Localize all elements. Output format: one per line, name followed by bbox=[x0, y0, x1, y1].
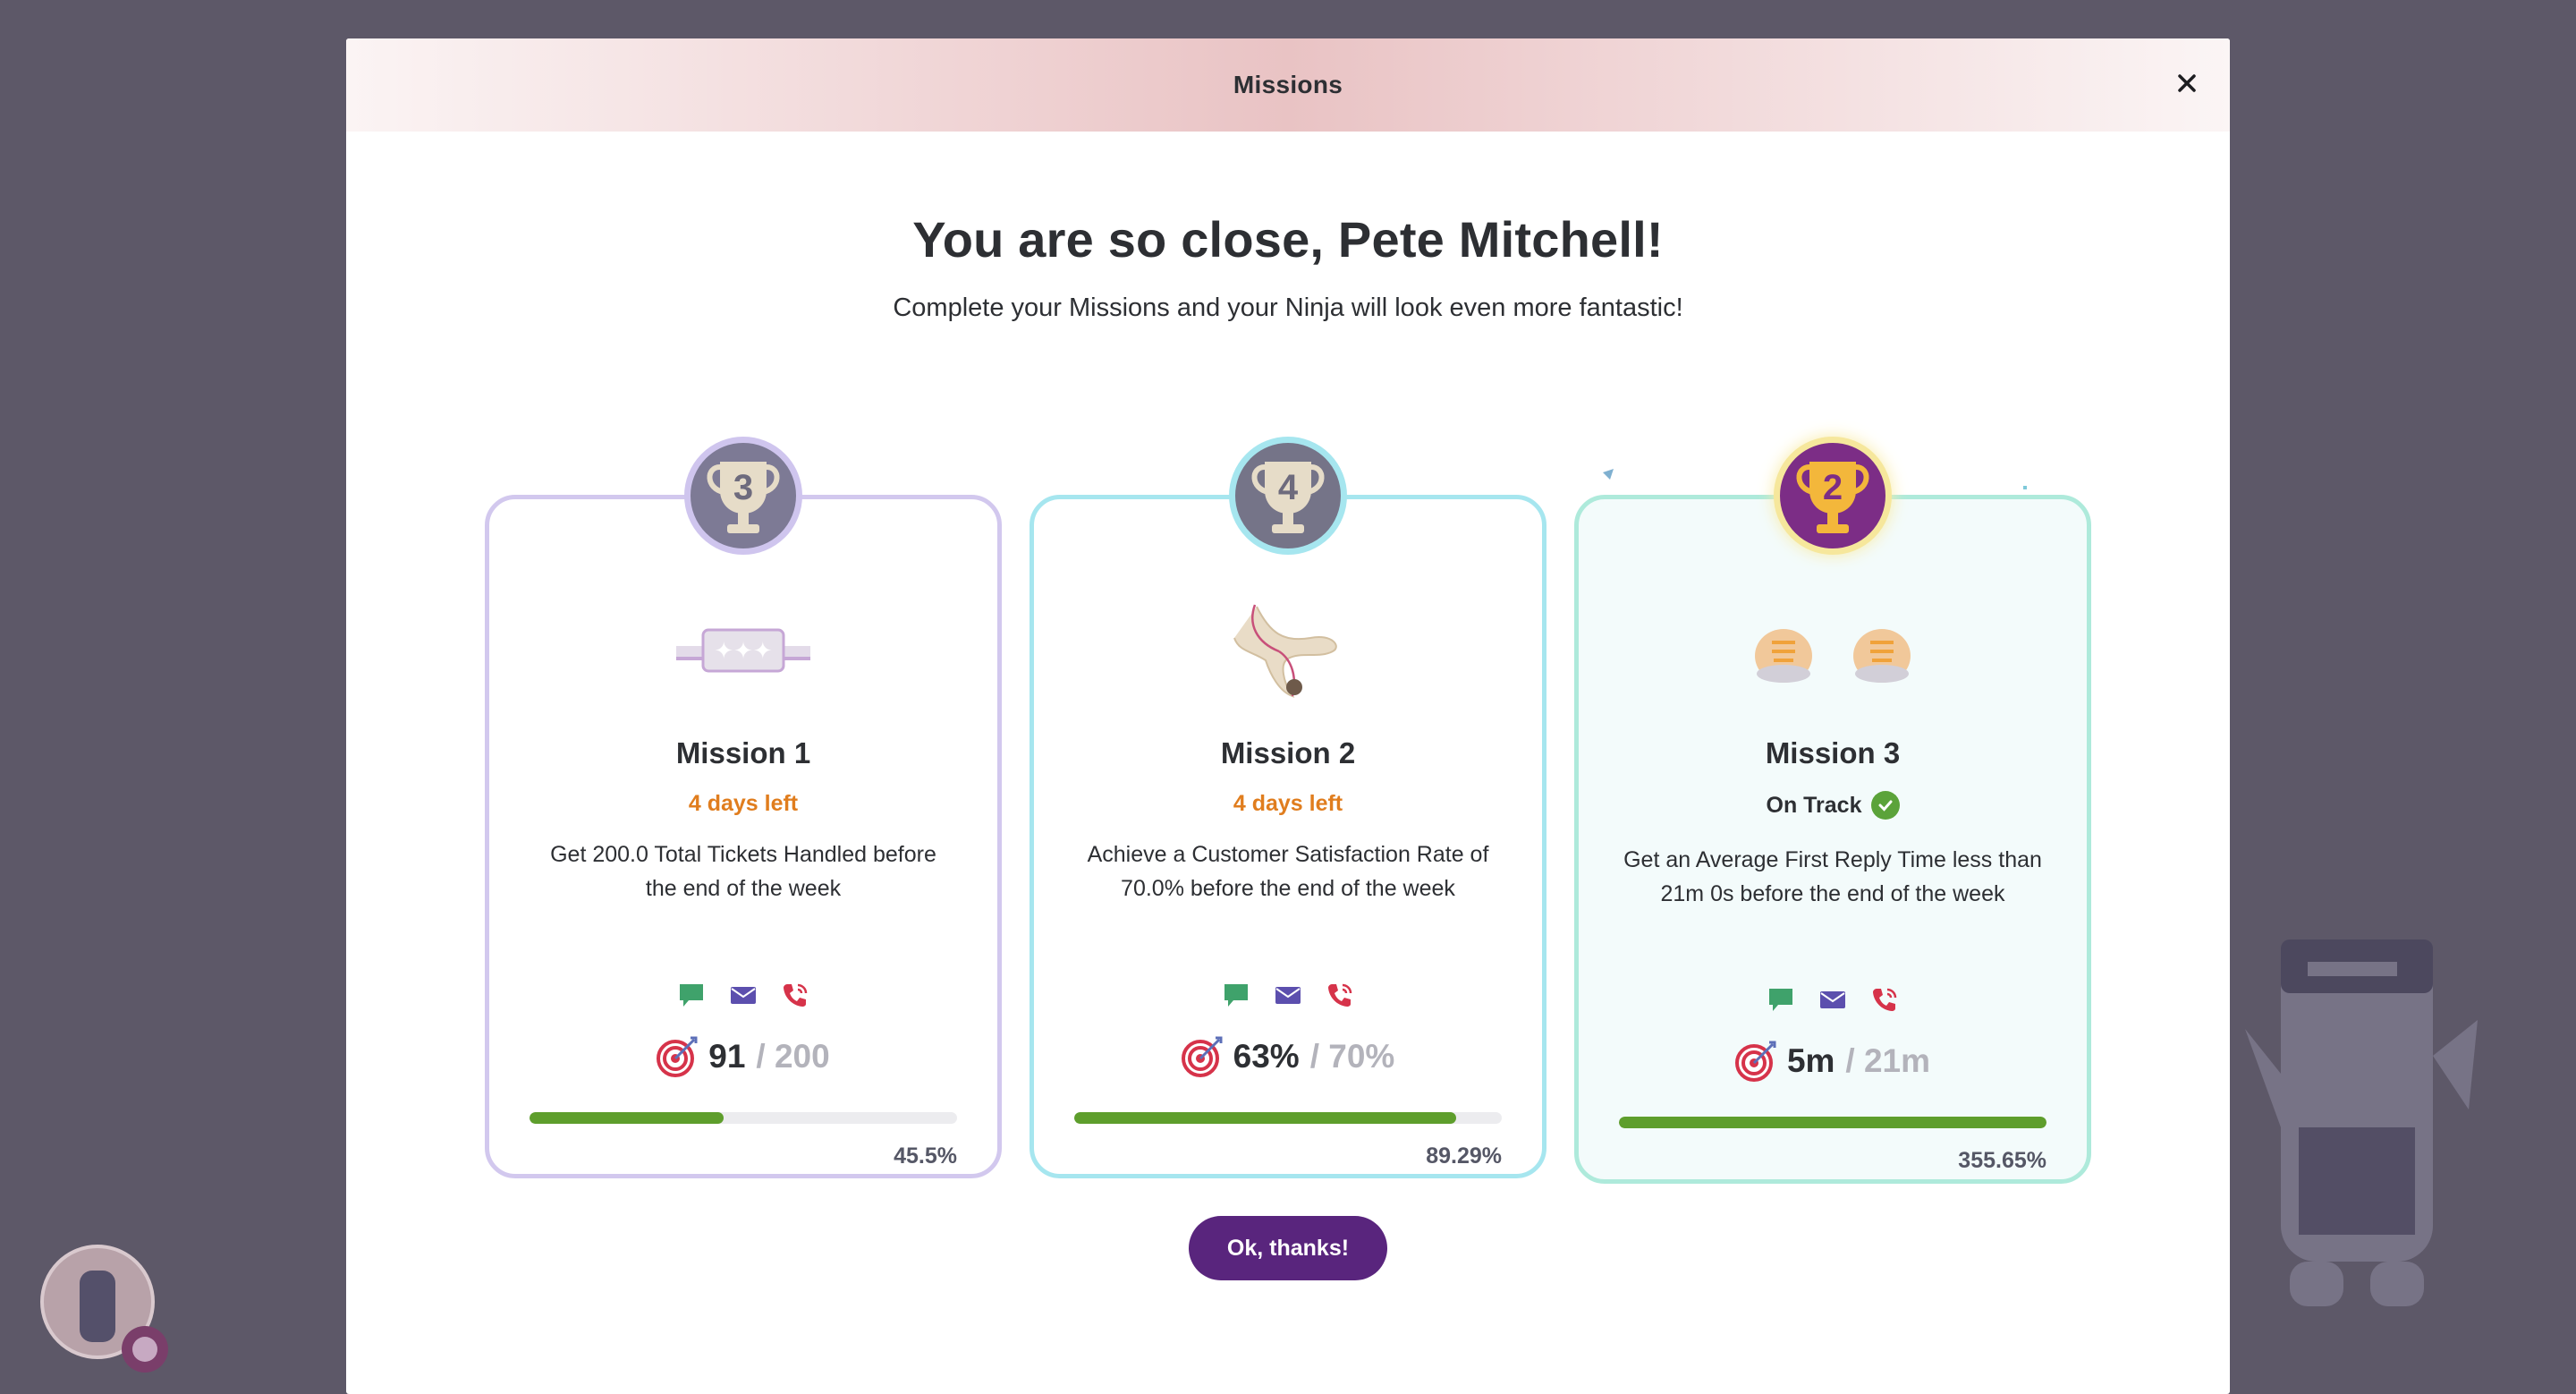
progress-bar-fill bbox=[530, 1112, 724, 1124]
user-avatar[interactable] bbox=[39, 1244, 174, 1378]
badge-number: 4 bbox=[1277, 468, 1299, 507]
progress-percent: 355.65% bbox=[1958, 1148, 2046, 1173]
mission-status: On Track bbox=[1579, 791, 2087, 820]
mission-title: Mission 1 bbox=[675, 736, 811, 769]
mission-reward-art bbox=[1579, 589, 2087, 714]
ok-thanks-button[interactable]: Ok, thanks! bbox=[1189, 1216, 1387, 1280]
modal-title: Missions bbox=[1233, 71, 1343, 98]
mission-title: Mission 3 bbox=[1765, 736, 1901, 769]
progress-bar-fill bbox=[1619, 1117, 2046, 1128]
mission-description: Get 200.0 Total Tickets Handled before t… bbox=[550, 842, 936, 901]
mission-score: 5m / 21m bbox=[1579, 1041, 2087, 1082]
mission-rank-badge: 3 bbox=[684, 437, 802, 555]
mission-card-3: 2 Mission 3 On Track Get an Average Firs… bbox=[1574, 437, 2091, 1184]
modal-header: Missions bbox=[346, 38, 2230, 132]
mission-card-2: 4 Mission 2 4 days left Achieve a Custom… bbox=[1030, 437, 1546, 1178]
score-current: 5m bbox=[1786, 1042, 1835, 1079]
mission-time-left: 4 days left bbox=[1233, 791, 1343, 816]
check-icon bbox=[1870, 791, 1900, 820]
target-icon bbox=[1734, 1041, 1776, 1082]
email-icon bbox=[1818, 985, 1847, 1014]
background-ninja-character bbox=[2245, 939, 2478, 1306]
page-subline: Complete your Missions and your Ninja wi… bbox=[893, 293, 1683, 322]
chat-icon bbox=[1222, 981, 1250, 1009]
score-goal: / 70% bbox=[1309, 1038, 1395, 1075]
mission-cards: 3 ✦✦✦ Mission 1 4 days left Get 200.0 To… bbox=[485, 437, 2091, 1188]
target-icon bbox=[1181, 1036, 1223, 1077]
progress-percent: 45.5% bbox=[894, 1143, 957, 1169]
phone-icon bbox=[781, 981, 809, 1009]
progress-bar bbox=[530, 1112, 957, 1124]
phone-icon bbox=[1326, 981, 1354, 1009]
mission-channels bbox=[1579, 985, 2087, 1014]
mission-title: Mission 2 bbox=[1220, 736, 1356, 769]
target-icon bbox=[657, 1036, 698, 1077]
mission-rank-badge: 2 bbox=[1774, 437, 1892, 555]
close-icon bbox=[2178, 74, 2196, 92]
progress-bar-fill bbox=[1074, 1112, 1456, 1124]
badge-number: 2 bbox=[1822, 468, 1843, 507]
mission-channels bbox=[489, 981, 997, 1009]
badge-number: 3 bbox=[733, 468, 754, 507]
page-headline: You are so close, Pete Mitchell! bbox=[912, 211, 1664, 268]
email-icon bbox=[1274, 981, 1302, 1009]
mission-time-left: 4 days left bbox=[688, 791, 799, 816]
mission-channels bbox=[1034, 981, 1542, 1009]
score-goal: / 21m bbox=[1845, 1042, 1931, 1079]
phone-icon bbox=[1870, 985, 1899, 1014]
mission-description: Achieve a Customer Satisfaction Rate of … bbox=[1087, 842, 1489, 901]
mission-description: Get an Average First Reply Time less tha… bbox=[1623, 847, 2042, 906]
mission-score: 91 / 200 bbox=[489, 1036, 997, 1077]
email-icon bbox=[729, 981, 758, 1009]
score-goal: / 200 bbox=[756, 1038, 830, 1075]
score-current: 63% bbox=[1233, 1038, 1300, 1075]
close-button[interactable] bbox=[2169, 65, 2205, 101]
chat-icon bbox=[1767, 985, 1795, 1014]
chat-icon bbox=[677, 981, 706, 1009]
status-label: On Track bbox=[1766, 792, 1862, 818]
progress-percent: 89.29% bbox=[1426, 1143, 1502, 1169]
slingshot-icon bbox=[1233, 604, 1337, 698]
stars-wristband-icon: ✦✦✦ bbox=[676, 628, 810, 673]
missions-modal: Missions You are so close, Pete Mitchell… bbox=[346, 38, 2230, 1394]
progress-bar bbox=[1074, 1112, 1502, 1124]
mission-rank-badge: 4 bbox=[1229, 437, 1347, 555]
progress-bar bbox=[1619, 1117, 2046, 1128]
score-current: 91 bbox=[708, 1038, 746, 1075]
mission-score: 63% / 70% bbox=[1034, 1036, 1542, 1077]
mission-reward-art bbox=[1034, 589, 1542, 714]
mission-reward-art: ✦✦✦ bbox=[489, 589, 997, 714]
ninja-shoes-icon bbox=[1755, 629, 1911, 683]
svg-text:✦✦✦: ✦✦✦ bbox=[714, 638, 772, 665]
mission-card-1: 3 ✦✦✦ Mission 1 4 days left Get 200.0 To… bbox=[485, 437, 1002, 1178]
